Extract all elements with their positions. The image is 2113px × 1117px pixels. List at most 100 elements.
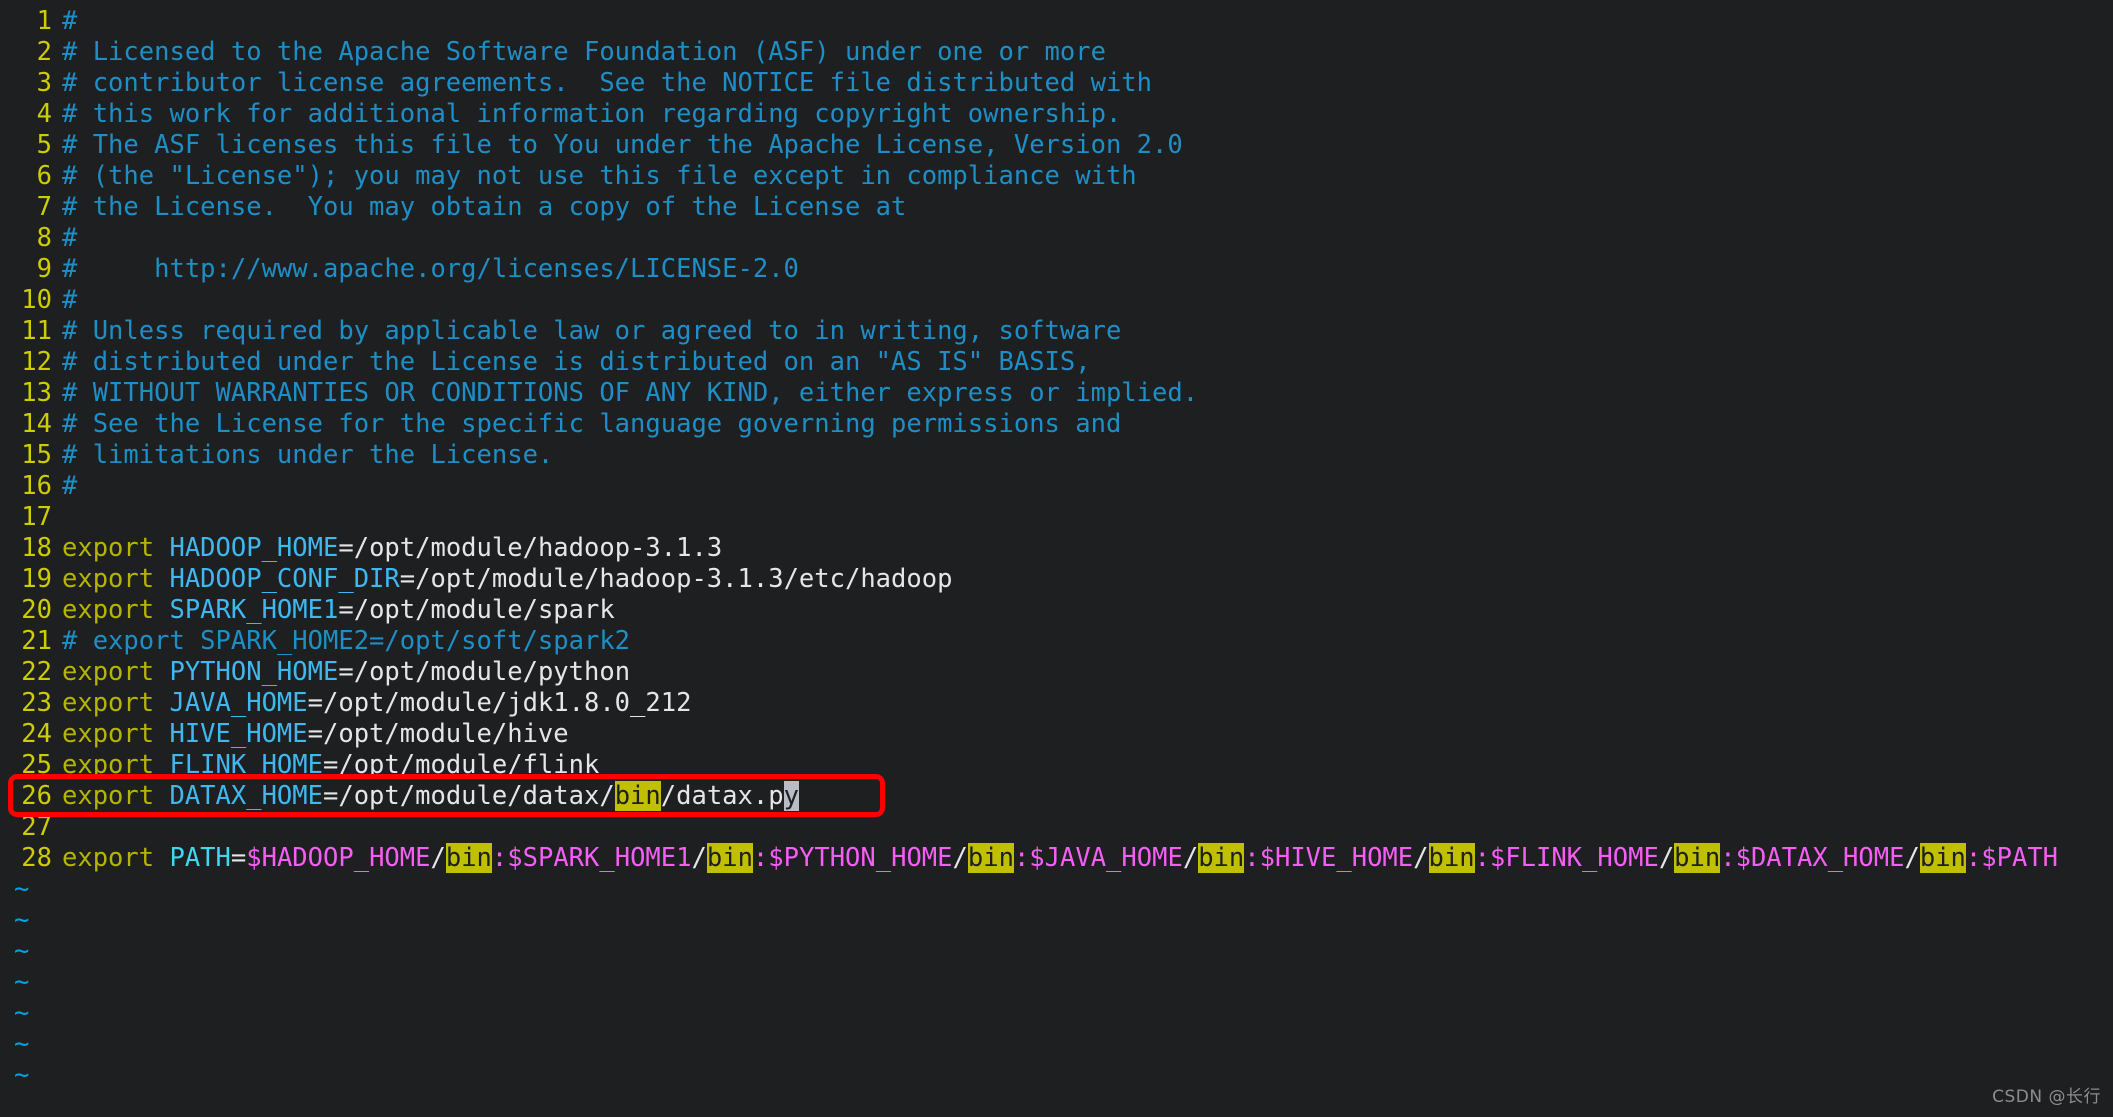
line-number: 23: [0, 688, 62, 719]
code-token: =/opt/module/flink: [323, 750, 599, 780]
line-content[interactable]: export FLINK_HOME=/opt/module/flink: [62, 750, 2113, 781]
line-content[interactable]: #: [62, 471, 2113, 502]
line-content[interactable]: # The ASF licenses this file to You unde…: [62, 130, 2113, 161]
line-content[interactable]: export HADOOP_CONF_DIR=/opt/module/hadoo…: [62, 564, 2113, 595]
code-line-27[interactable]: 27: [0, 812, 2113, 843]
code-token: # the License. You may obtain a copy of …: [62, 192, 906, 222]
code-token: # Unless required by applicable law or a…: [62, 316, 1121, 346]
line-content[interactable]: export JAVA_HOME=/opt/module/jdk1.8.0_21…: [62, 688, 2113, 719]
vim-editor-window[interactable]: 1#2# Licensed to the Apache Software Fou…: [0, 0, 2113, 1117]
line-content[interactable]: #: [62, 6, 2113, 37]
line-content[interactable]: # limitations under the License.: [62, 440, 2113, 471]
line-content[interactable]: #: [62, 285, 2113, 316]
line-content[interactable]: export PATH=$HADOOP_HOME/bin:$SPARK_HOME…: [62, 843, 2113, 874]
code-token: /: [1183, 843, 1198, 873]
line-number: 25: [0, 750, 62, 781]
code-line-11[interactable]: 11# Unless required by applicable law or…: [0, 316, 2113, 347]
line-number: 24: [0, 719, 62, 750]
code-line-18[interactable]: 18export HADOOP_HOME=/opt/module/hadoop-…: [0, 533, 2113, 564]
code-token: $FLINK_HOME: [1490, 843, 1659, 873]
code-line-22[interactable]: 22export PYTHON_HOME=/opt/module/python: [0, 657, 2113, 688]
code-line-4[interactable]: 4# this work for additional information …: [0, 99, 2113, 130]
code-line-21[interactable]: 21# export SPARK_HOME2=/opt/soft/spark2: [0, 626, 2113, 657]
code-token: /: [953, 843, 968, 873]
code-token: =/opt/module/hive: [308, 719, 569, 749]
code-line-13[interactable]: 13# WITHOUT WARRANTIES OR CONDITIONS OF …: [0, 378, 2113, 409]
code-token: HADOOP_CONF_DIR: [169, 564, 399, 594]
empty-line-marker: ~: [0, 1029, 2113, 1060]
code-token: =/opt/module/spark: [338, 595, 614, 625]
line-number: 28: [0, 843, 62, 874]
code-line-19[interactable]: 19export HADOOP_CONF_DIR=/opt/module/had…: [0, 564, 2113, 595]
code-token: PYTHON_HOME: [169, 657, 338, 687]
line-number: 17: [0, 502, 62, 533]
code-line-7[interactable]: 7# the License. You may obtain a copy of…: [0, 192, 2113, 223]
line-number: 26: [0, 781, 62, 812]
line-content[interactable]: # See the License for the specific langu…: [62, 409, 2113, 440]
code-token: # The ASF licenses this file to You unde…: [62, 130, 1183, 160]
code-line-28[interactable]: 28export PATH=$HADOOP_HOME/bin:$SPARK_HO…: [0, 843, 2113, 874]
line-number: 7: [0, 192, 62, 223]
line-content[interactable]: # Licensed to the Apache Software Founda…: [62, 37, 2113, 68]
code-token: export: [62, 595, 169, 625]
line-content[interactable]: export SPARK_HOME1=/opt/module/spark: [62, 595, 2113, 626]
code-token: # Licensed to the Apache Software Founda…: [62, 37, 1106, 67]
line-number: 27: [0, 812, 62, 843]
tilde-icon: ~: [0, 936, 62, 967]
line-content[interactable]: # contributor license agreements. See th…: [62, 68, 2113, 99]
code-line-15[interactable]: 15# limitations under the License.: [0, 440, 2113, 471]
code-token: # See the License for the specific langu…: [62, 409, 1121, 439]
line-number: 6: [0, 161, 62, 192]
line-content[interactable]: # this work for additional information r…: [62, 99, 2113, 130]
code-line-3[interactable]: 3# contributor license agreements. See t…: [0, 68, 2113, 99]
code-token: # distributed under the License is distr…: [62, 347, 1091, 377]
line-content[interactable]: # http://www.apache.org/licenses/LICENSE…: [62, 254, 2113, 285]
code-line-5[interactable]: 5# The ASF licenses this file to You und…: [0, 130, 2113, 161]
empty-line-marker: ~: [0, 905, 2113, 936]
line-content[interactable]: [62, 502, 2113, 533]
line-content[interactable]: # Unless required by applicable law or a…: [62, 316, 2113, 347]
line-content[interactable]: export HIVE_HOME=/opt/module/hive: [62, 719, 2113, 750]
code-line-2[interactable]: 2# Licensed to the Apache Software Found…: [0, 37, 2113, 68]
line-number: 19: [0, 564, 62, 595]
line-content[interactable]: # export SPARK_HOME2=/opt/soft/spark2: [62, 626, 2113, 657]
line-content[interactable]: export PYTHON_HOME=/opt/module/python: [62, 657, 2113, 688]
line-number: 11: [0, 316, 62, 347]
line-content[interactable]: export DATAX_HOME=/opt/module/datax/bin/…: [62, 781, 2113, 812]
code-line-20[interactable]: 20export SPARK_HOME1=/opt/module/spark: [0, 595, 2113, 626]
code-line-16[interactable]: 16#: [0, 471, 2113, 502]
code-line-24[interactable]: 24export HIVE_HOME=/opt/module/hive: [0, 719, 2113, 750]
code-token: SPARK_HOME1: [169, 595, 338, 625]
code-token: /: [1904, 843, 1919, 873]
line-content[interactable]: #: [62, 223, 2113, 254]
line-number: 3: [0, 68, 62, 99]
code-line-12[interactable]: 12# distributed under the License is dis…: [0, 347, 2113, 378]
code-line-1[interactable]: 1#: [0, 6, 2113, 37]
code-token: export: [62, 781, 169, 811]
code-line-6[interactable]: 6# (the "License"); you may not use this…: [0, 161, 2113, 192]
line-number: 1: [0, 6, 62, 37]
line-content[interactable]: # WITHOUT WARRANTIES OR CONDITIONS OF AN…: [62, 378, 2113, 409]
code-token: export: [62, 657, 169, 687]
line-content[interactable]: export HADOOP_HOME=/opt/module/hadoop-3.…: [62, 533, 2113, 564]
line-content[interactable]: [62, 812, 2113, 843]
code-line-9[interactable]: 9# http://www.apache.org/licenses/LICENS…: [0, 254, 2113, 285]
code-token: #: [62, 471, 77, 501]
code-line-14[interactable]: 14# See the License for the specific lan…: [0, 409, 2113, 440]
code-token: :: [1014, 843, 1029, 873]
line-content[interactable]: # the License. You may obtain a copy of …: [62, 192, 2113, 223]
code-token: :: [1720, 843, 1735, 873]
empty-line-marker: ~: [0, 967, 2113, 998]
empty-line-marker-area: ~~~~~~~: [0, 874, 2113, 1091]
code-line-10[interactable]: 10#: [0, 285, 2113, 316]
line-content[interactable]: # (the "License"); you may not use this …: [62, 161, 2113, 192]
search-match-highlight: bin: [1198, 843, 1244, 873]
code-line-23[interactable]: 23export JAVA_HOME=/opt/module/jdk1.8.0_…: [0, 688, 2113, 719]
code-line-26[interactable]: 26export DATAX_HOME=/opt/module/datax/bi…: [0, 781, 2113, 812]
line-content[interactable]: # distributed under the License is distr…: [62, 347, 2113, 378]
code-line-8[interactable]: 8#: [0, 223, 2113, 254]
code-text-area[interactable]: 1#2# Licensed to the Apache Software Fou…: [0, 6, 2113, 874]
code-line-25[interactable]: 25export FLINK_HOME=/opt/module/flink: [0, 750, 2113, 781]
code-line-17[interactable]: 17: [0, 502, 2113, 533]
code-token: /: [692, 843, 707, 873]
